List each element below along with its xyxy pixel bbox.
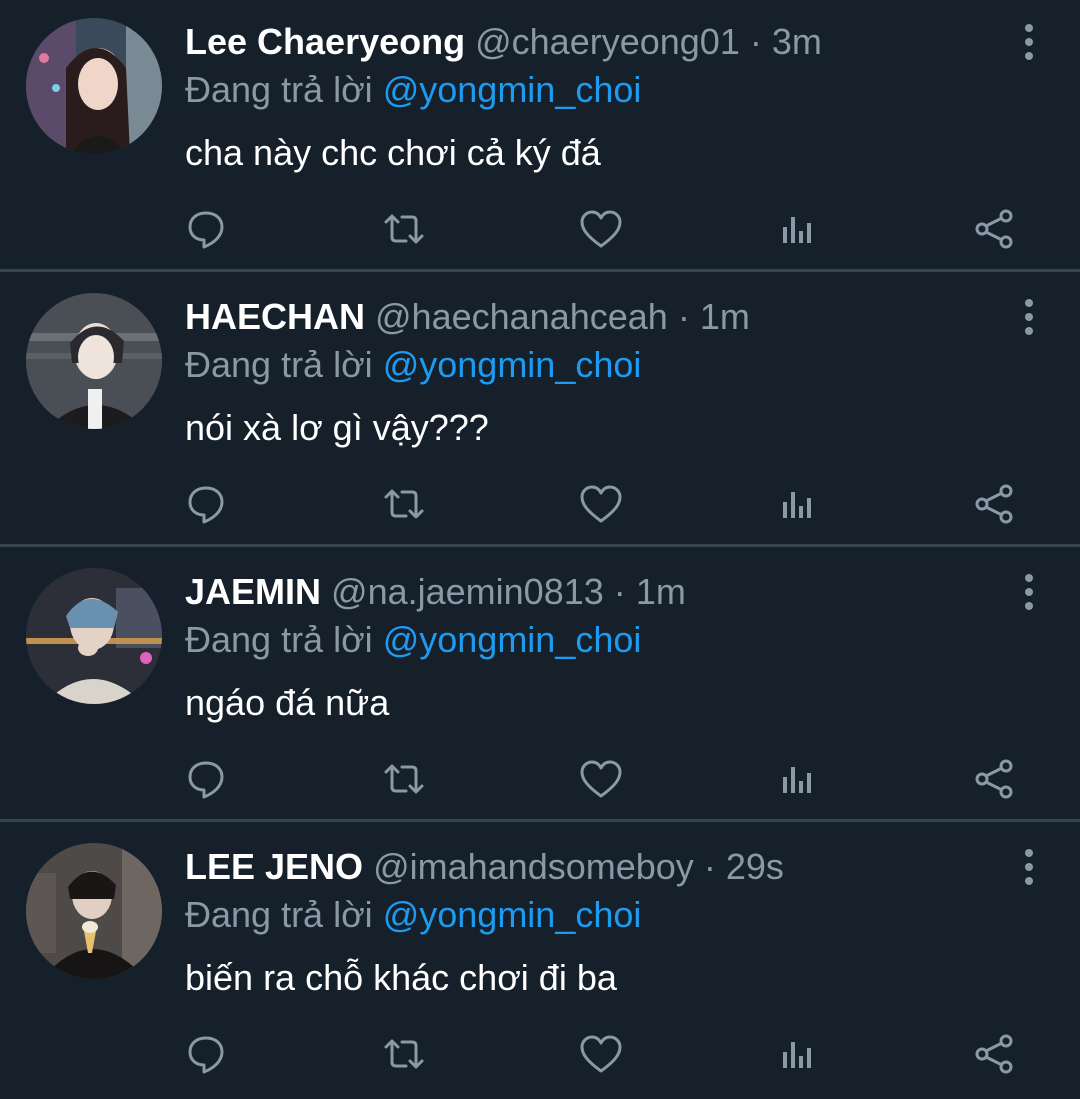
stats-icon[interactable] [773, 1030, 821, 1078]
avatar[interactable] [26, 18, 162, 154]
retweet-icon[interactable] [380, 755, 428, 803]
reply-feed: Lee Chaeryeong @chaeryeong01 · 3m Đang t… [0, 0, 1080, 1099]
user-handle[interactable]: @haechanahceah [375, 296, 668, 337]
retweet-icon[interactable] [380, 480, 428, 528]
mention-link[interactable]: @yongmin_choi [383, 619, 642, 660]
replying-to-label: Đang trả lời [185, 619, 373, 660]
share-icon[interactable] [970, 480, 1018, 528]
action-bar [0, 205, 1080, 255]
avatar[interactable] [26, 568, 162, 704]
retweet-icon[interactable] [380, 1030, 428, 1078]
display-name[interactable]: LEE JENO [185, 846, 363, 887]
reply-icon[interactable] [182, 755, 230, 803]
replying-to: Đang trả lời @yongmin_choi [185, 618, 641, 662]
more-vertical-icon[interactable] [1022, 24, 1036, 60]
heart-icon[interactable] [577, 755, 625, 803]
reply-icon[interactable] [182, 1030, 230, 1078]
separator-dot: · [613, 571, 626, 612]
avatar-image [26, 568, 162, 704]
tweet-text: nói xà lơ gì vậy??? [185, 407, 489, 448]
reply-tweet[interactable]: HAECHAN @haechanahceah · 1m Đang trả lời… [0, 275, 1080, 547]
replying-to: Đang trả lời @yongmin_choi [185, 343, 641, 387]
heart-icon[interactable] [577, 205, 625, 253]
tweet-text: ngáo đá nữa [185, 682, 390, 723]
reply-tweet[interactable]: LEE JENO @imahandsomeboy · 29s Đang trả … [0, 825, 1080, 1099]
user-handle[interactable]: @na.jaemin0813 [331, 571, 604, 612]
heart-icon[interactable] [577, 480, 625, 528]
display-name[interactable]: HAECHAN [185, 296, 365, 337]
avatar[interactable] [26, 293, 162, 429]
user-handle[interactable]: @imahandsomeboy [373, 846, 694, 887]
timestamp[interactable]: 29s [726, 846, 784, 887]
share-icon[interactable] [970, 205, 1018, 253]
more-vertical-icon[interactable] [1022, 849, 1036, 885]
user-handle[interactable]: @chaeryeong01 [475, 21, 740, 62]
tweet-header: LEE JENO @imahandsomeboy · 29s [185, 845, 784, 889]
mention-link[interactable]: @yongmin_choi [383, 69, 642, 110]
retweet-icon[interactable] [380, 205, 428, 253]
reply-icon[interactable] [182, 205, 230, 253]
replying-to-label: Đang trả lời [185, 894, 373, 935]
separator-dot: · [749, 21, 762, 62]
reply-tweet[interactable]: Lee Chaeryeong @chaeryeong01 · 3m Đang t… [0, 0, 1080, 272]
stats-icon[interactable] [773, 205, 821, 253]
mention-link[interactable]: @yongmin_choi [383, 344, 642, 385]
tweet-header: Lee Chaeryeong @chaeryeong01 · 3m [185, 20, 822, 64]
timestamp[interactable]: 1m [700, 296, 750, 337]
replying-to-label: Đang trả lời [185, 69, 373, 110]
tweet-text: biến ra chỗ khác chơi đi ba [185, 957, 617, 998]
avatar-image [26, 843, 162, 979]
more-vertical-icon[interactable] [1022, 299, 1036, 335]
stats-icon[interactable] [773, 480, 821, 528]
avatar-image [26, 18, 162, 154]
display-name[interactable]: Lee Chaeryeong [185, 21, 465, 62]
separator-dot: · [677, 296, 690, 337]
tweet-header: HAECHAN @haechanahceah · 1m [185, 295, 750, 339]
timestamp[interactable]: 1m [636, 571, 686, 612]
share-icon[interactable] [970, 1030, 1018, 1078]
action-bar [0, 755, 1080, 805]
action-bar [0, 1030, 1080, 1080]
avatar-image [26, 293, 162, 429]
display-name[interactable]: JAEMIN [185, 571, 321, 612]
replying-to: Đang trả lời @yongmin_choi [185, 68, 641, 112]
more-vertical-icon[interactable] [1022, 574, 1036, 610]
tweet-header: JAEMIN @na.jaemin0813 · 1m [185, 570, 686, 614]
replying-to: Đang trả lời @yongmin_choi [185, 893, 641, 937]
replying-to-label: Đang trả lời [185, 344, 373, 385]
reply-icon[interactable] [182, 480, 230, 528]
heart-icon[interactable] [577, 1030, 625, 1078]
reply-tweet[interactable]: JAEMIN @na.jaemin0813 · 1m Đang trả lời … [0, 550, 1080, 822]
separator-dot: · [703, 846, 716, 887]
stats-icon[interactable] [773, 755, 821, 803]
timestamp[interactable]: 3m [772, 21, 822, 62]
action-bar [0, 480, 1080, 530]
mention-link[interactable]: @yongmin_choi [383, 894, 642, 935]
tweet-text: cha này chc chơi cả ký đá [185, 132, 601, 173]
share-icon[interactable] [970, 755, 1018, 803]
avatar[interactable] [26, 843, 162, 979]
